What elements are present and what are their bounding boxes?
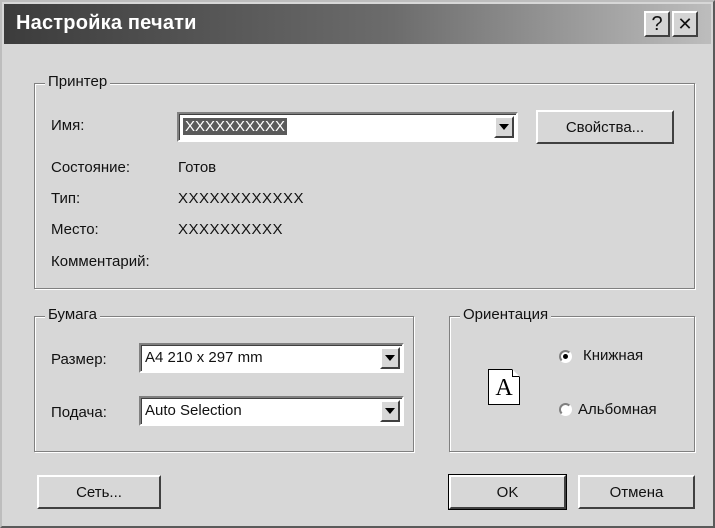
status-value: Готов [178,159,217,176]
page-portrait-icon: A [488,369,520,405]
comment-label: Комментарий: [51,253,150,270]
dropdown-button[interactable] [380,400,400,422]
status-label: Состояние: [51,159,131,176]
network-button[interactable]: Сеть... [37,475,161,509]
paper-legend: Бумага [45,306,100,323]
printer-name-dropdown[interactable]: XXXXXXXXXX [177,112,518,142]
orientation-group: Ориентация [449,306,695,452]
type-value: XXXXXXXXXXXX [178,190,305,207]
paper-source-dropdown[interactable]: Auto Selection [139,396,404,426]
portrait-label[interactable]: Книжная [583,347,643,364]
orientation-legend: Ориентация [460,306,552,323]
properties-button[interactable]: Свойства... [536,110,674,144]
printer-name-label: Имя: [51,117,85,134]
paper-size-dropdown[interactable]: A4 210 x 297 mm [139,343,404,373]
type-label: Тип: [51,190,81,207]
chevron-down-icon [499,124,509,130]
print-setup-dialog: Настройка печати ? ✕ Принтер Имя: XXXXXX… [0,0,715,528]
printer-name-value: XXXXXXXXXX [181,117,289,136]
help-button[interactable]: ? [644,11,670,37]
location-value: XXXXXXXXXX [178,221,284,238]
page-letter: A [495,375,513,401]
paper-group: Бумага [34,306,414,452]
paper-source-label: Подача: [51,404,107,421]
help-icon: ? [651,12,663,35]
window-title: Настройка печати [16,12,197,34]
dropdown-button[interactable] [380,347,400,369]
location-label: Место: [51,221,99,238]
ok-button[interactable]: OK [448,474,567,510]
chevron-down-icon [385,408,395,414]
landscape-label[interactable]: Альбомная [578,401,657,418]
close-button[interactable]: ✕ [672,11,698,37]
printer-legend: Принтер [45,73,111,90]
paper-source-value: Auto Selection [145,402,242,419]
paper-size-label: Размер: [51,351,107,368]
dropdown-button[interactable] [494,116,514,138]
landscape-radio[interactable] [559,403,572,416]
portrait-radio[interactable] [559,350,572,363]
cancel-button[interactable]: Отмена [578,475,695,509]
radio-selected-dot [563,354,568,359]
title-bar[interactable]: Настройка печати ? ✕ [4,4,711,44]
close-icon: ✕ [677,13,693,34]
paper-size-value: A4 210 x 297 mm [145,349,263,366]
chevron-down-icon [385,355,395,361]
